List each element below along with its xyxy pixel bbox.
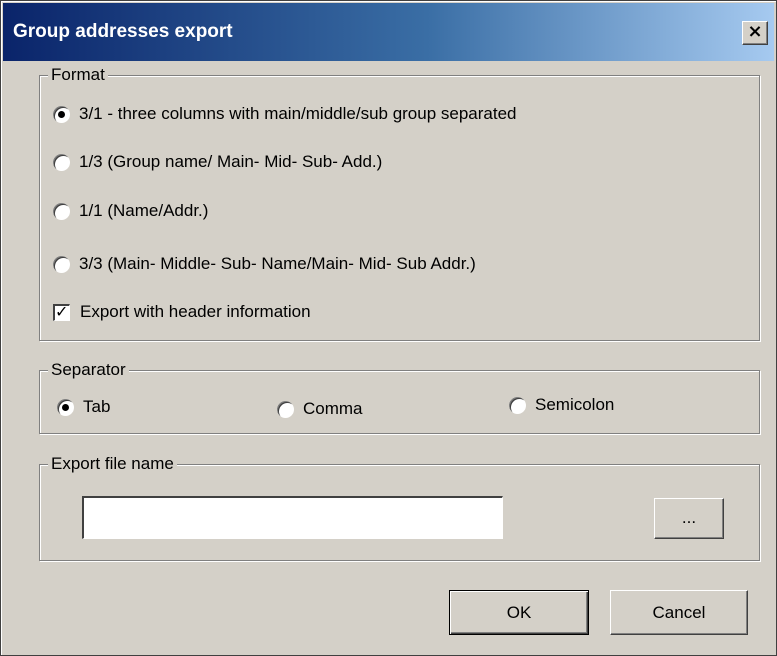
radio-icon <box>508 395 527 415</box>
export-file-group: Export file name ... <box>39 454 760 561</box>
format-option-1-1[interactable]: 1/1 (Name/Addr.) <box>52 201 208 221</box>
export-file-legend: Export file name <box>48 454 177 474</box>
separator-option-label: Tab <box>83 397 111 416</box>
format-group: Format 3/1 - three columns with main/mid… <box>39 65 760 341</box>
browse-button[interactable]: ... <box>654 498 724 539</box>
format-option-3-1[interactable]: 3/1 - three columns with main/middle/sub… <box>52 104 517 124</box>
radio-icon <box>276 399 295 419</box>
separator-legend: Separator <box>48 360 129 380</box>
browse-button-label: ... <box>681 508 697 527</box>
format-option-label: 3/1 - three columns with main/middle/sub… <box>79 104 517 123</box>
close-icon: × <box>747 21 763 42</box>
radio-icon <box>52 152 71 172</box>
radio-icon <box>56 397 75 417</box>
separator-option-comma[interactable]: Comma <box>276 399 363 419</box>
export-header-label: Export with header information <box>80 302 311 321</box>
format-legend: Format <box>48 65 108 85</box>
format-option-1-3[interactable]: 1/3 (Group name/ Main- Mid- Sub- Add.) <box>52 152 382 172</box>
close-button[interactable]: × <box>742 21 768 45</box>
separator-option-semicolon[interactable]: Semicolon <box>508 395 614 415</box>
export-header-checkbox[interactable]: ✓ Export with header information <box>53 302 311 322</box>
export-file-input[interactable] <box>82 496 503 539</box>
format-option-label: 1/3 (Group name/ Main- Mid- Sub- Add.) <box>79 152 383 171</box>
dialog-title: Group addresses export <box>13 21 233 42</box>
cancel-button-label: Cancel <box>652 603 706 622</box>
ok-button[interactable]: OK <box>449 590 589 635</box>
export-dialog: Group addresses export × Format 3/1 - th… <box>0 0 777 656</box>
format-option-3-3[interactable]: 3/3 (Main- Middle- Sub- Name/Main- Mid- … <box>52 254 476 274</box>
separator-option-label: Comma <box>303 399 363 418</box>
checkmark-icon: ✓ <box>55 301 69 321</box>
radio-icon <box>52 201 71 221</box>
ok-button-label: OK <box>506 603 532 622</box>
separator-option-tab[interactable]: Tab <box>56 397 110 417</box>
format-option-label: 3/3 (Main- Middle- Sub- Name/Main- Mid- … <box>79 254 476 273</box>
format-option-label: 1/1 (Name/Addr.) <box>79 201 209 220</box>
checkbox-box: ✓ <box>53 301 70 321</box>
title-bar[interactable]: Group addresses export × <box>3 3 774 61</box>
radio-icon <box>52 104 71 124</box>
radio-icon <box>52 254 71 274</box>
separator-group: Separator Tab Comma Semicolon <box>39 360 760 434</box>
cancel-button[interactable]: Cancel <box>610 590 748 635</box>
separator-option-label: Semicolon <box>535 395 615 414</box>
